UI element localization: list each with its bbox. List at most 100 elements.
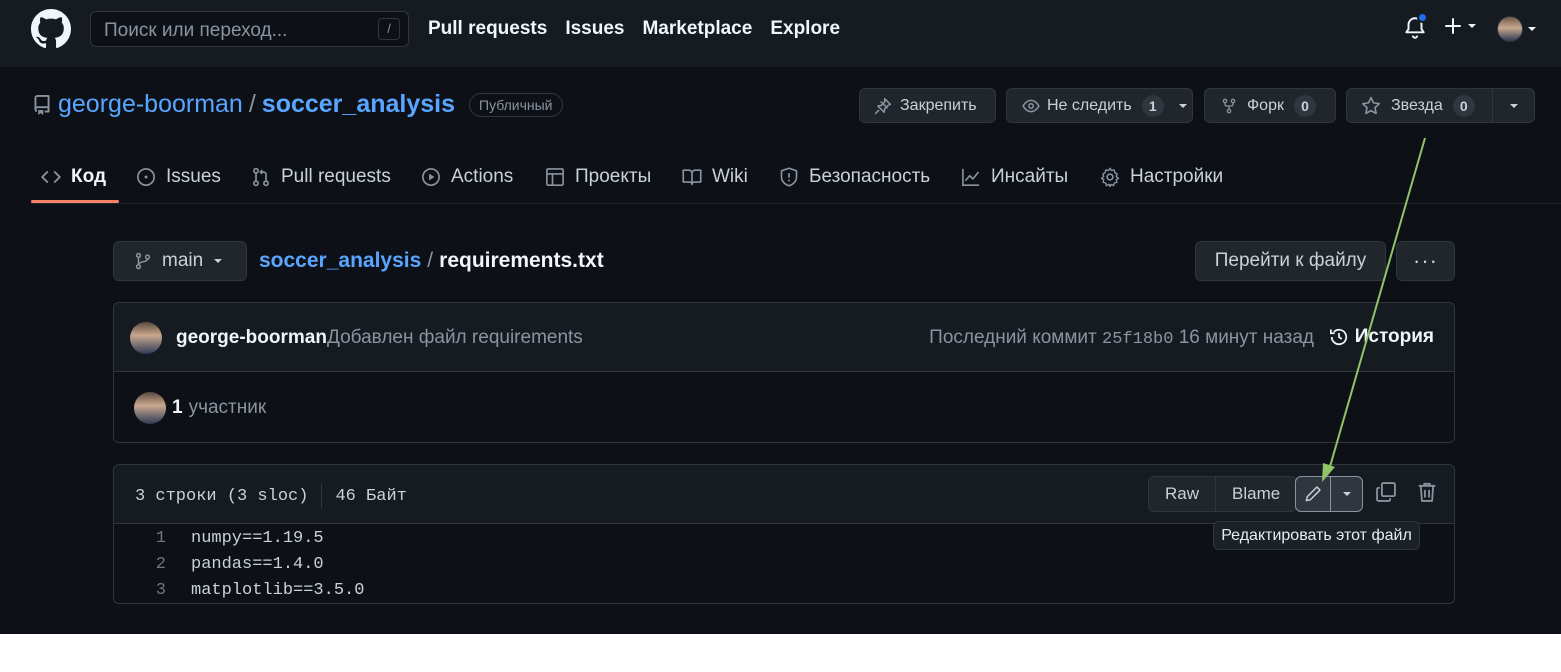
notification-indicator <box>1417 12 1428 23</box>
line-number[interactable]: 2 <box>114 555 166 574</box>
caret-down-icon <box>1528 27 1536 31</box>
tab-label: Настройки <box>1130 165 1224 187</box>
trash-icon <box>1418 482 1436 502</box>
nav-issues[interactable]: Issues <box>565 18 624 40</box>
line-content: numpy==1.19.5 <box>191 528 324 548</box>
caret-down-icon <box>1509 103 1518 108</box>
fork-label: Форк <box>1247 96 1284 114</box>
tab-actions[interactable]: Actions <box>421 150 513 203</box>
commit-author-link[interactable]: george-boorman <box>176 327 327 349</box>
edit-tooltip: Редактировать этот файл <box>1213 521 1420 550</box>
tab-label: Actions <box>451 165 514 187</box>
repo-name-link[interactable]: soccer_analysis <box>262 90 455 119</box>
line-number[interactable]: 3 <box>114 581 166 600</box>
create-new-menu[interactable] <box>1443 16 1477 36</box>
divider <box>321 484 323 508</box>
tab-settings[interactable]: Настройки <box>1100 150 1223 203</box>
contributors[interactable]: 1 участник <box>134 392 266 424</box>
caret-down-icon <box>214 259 223 263</box>
tab-wiki[interactable]: Wiki <box>682 150 748 203</box>
raw-button[interactable]: Raw <box>1149 477 1215 511</box>
avatar <box>134 392 166 424</box>
copy-button[interactable] <box>1375 481 1399 505</box>
nav-explore[interactable]: Explore <box>770 18 840 40</box>
fork-icon <box>1222 98 1236 113</box>
code-line: 3 matplotlib==3.5.0 <box>114 577 1454 603</box>
nav-pull-requests[interactable]: Pull requests <box>428 18 547 40</box>
star-label: Звезда <box>1391 96 1443 114</box>
go-to-file-button[interactable]: Перейти к файлу <box>1195 241 1386 281</box>
visibility-badge: Публичный <box>469 92 563 117</box>
gear-icon <box>1100 167 1120 187</box>
tab-label: Инсайты <box>991 165 1069 187</box>
fork-count: 0 <box>1293 94 1316 117</box>
star-button[interactable]: Звезда 0 <box>1346 88 1493 123</box>
star-list-dropdown[interactable] <box>1492 88 1535 123</box>
commit-header: george-boorman Добавлен файл requirement… <box>114 303 1454 372</box>
commit-sha-link[interactable]: 25f18b0 <box>1102 330 1173 349</box>
tab-insights[interactable]: Инсайты <box>961 150 1068 203</box>
tab-projects[interactable]: Проекты <box>545 150 651 203</box>
user-menu[interactable] <box>1497 16 1537 42</box>
line-content: pandas==1.4.0 <box>191 554 324 574</box>
watch-count: 1 <box>1141 94 1164 117</box>
tab-code[interactable]: Код <box>41 150 106 203</box>
active-tab-indicator <box>31 200 119 203</box>
more-options-button[interactable]: ··· <box>1396 241 1455 281</box>
history-icon <box>1329 328 1347 346</box>
breadcrumb: soccer_analysis / requirements.txt <box>259 249 604 273</box>
commit-time: 16 минут назад <box>1178 327 1314 348</box>
avatar <box>1497 16 1523 42</box>
fork-button[interactable]: Форк 0 <box>1204 88 1336 123</box>
blame-button[interactable]: Blame <box>1215 477 1296 511</box>
search-shortcut-key: / <box>378 18 400 40</box>
edit-file-button[interactable] <box>1296 477 1330 511</box>
caret-down-icon <box>1178 103 1187 108</box>
commit-meta: Последний коммит 25f18b0 16 минут назад <box>929 327 1314 349</box>
watch-button[interactable]: Не следить 1 <box>1006 88 1193 123</box>
star-count: 0 <box>1452 94 1475 117</box>
pin-label: Закрепить <box>900 96 977 114</box>
delete-button[interactable] <box>1416 481 1440 505</box>
nav-marketplace[interactable]: Marketplace <box>642 18 752 40</box>
repo-separator: / <box>248 90 256 118</box>
eye-icon <box>1022 99 1040 112</box>
edit-options-dropdown[interactable] <box>1330 477 1362 511</box>
edit-group <box>1295 476 1363 512</box>
copy-icon <box>1376 482 1396 502</box>
branch-icon <box>135 252 151 270</box>
contributors-label: участник <box>188 397 267 418</box>
commit-message-link[interactable]: Добавлен файл requirements <box>327 327 583 349</box>
github-logo-icon[interactable] <box>31 9 71 49</box>
graph-icon <box>962 168 980 186</box>
global-header: Поиск или переход... / Pull requests Iss… <box>0 0 1561 67</box>
avatar[interactable] <box>130 322 162 354</box>
tab-label: Проекты <box>575 165 652 187</box>
breadcrumb-repo-link[interactable]: soccer_analysis <box>259 249 421 273</box>
global-nav: Pull requests Issues Marketplace Explore <box>428 18 840 40</box>
line-number[interactable]: 1 <box>114 529 166 548</box>
branch-selector[interactable]: main <box>113 241 247 281</box>
code-line: 2 pandas==1.4.0 <box>114 551 1454 577</box>
tab-pull-requests[interactable]: Pull requests <box>251 150 391 203</box>
pin-icon <box>874 97 892 114</box>
caret-down-icon <box>1468 24 1476 28</box>
tab-security[interactable]: Безопасность <box>779 150 930 203</box>
breadcrumb-separator: / <box>427 249 434 272</box>
line-content: matplotlib==3.5.0 <box>191 580 365 600</box>
repo-owner-link[interactable]: george-boorman <box>58 90 243 119</box>
tab-label: Код <box>71 165 107 187</box>
repo-icon <box>34 94 50 115</box>
pin-button[interactable]: Закрепить <box>859 88 996 123</box>
history-label: История <box>1354 326 1434 347</box>
code-icon <box>41 170 61 183</box>
tab-label: Issues <box>166 165 221 187</box>
search-input[interactable]: Поиск или переход... / <box>90 11 409 47</box>
file-line-count: 3 строки (3 sloc) <box>135 486 309 506</box>
branch-name: main <box>162 250 204 271</box>
history-link[interactable]: История <box>1329 326 1434 348</box>
shield-icon <box>780 166 798 187</box>
tab-issues[interactable]: Issues <box>136 150 221 203</box>
search-placeholder: Поиск или переход... <box>104 20 288 41</box>
last-commit-label: Последний коммит <box>929 327 1097 348</box>
